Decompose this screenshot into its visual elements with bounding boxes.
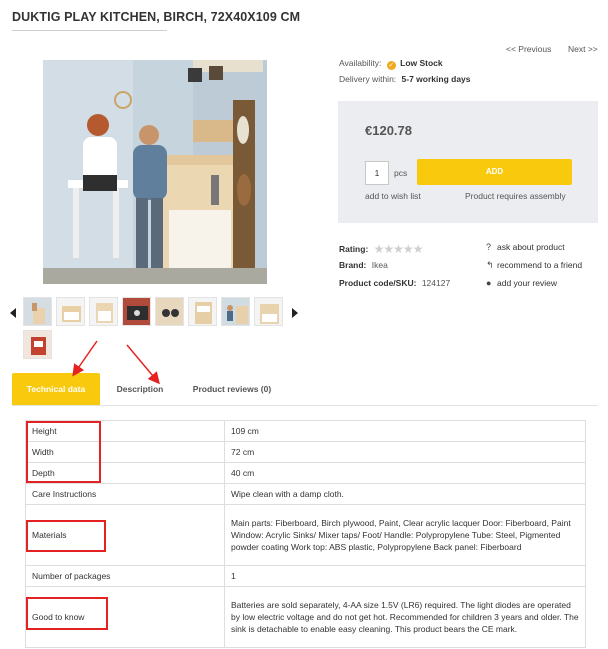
spec-value: Batteries are sold separately, 4-AA size… [224, 586, 586, 648]
recommend-friend-link[interactable]: ↰ recommend to a friend [486, 260, 582, 271]
tabs-divider [12, 405, 598, 406]
sku-row: Product code/SKU: 124127 [339, 278, 450, 288]
purchase-panel: €120.78 1 pcs ADD add to wish list Produ… [338, 101, 598, 223]
question-circle-icon: ? [486, 242, 492, 252]
comments-icon: ● [486, 278, 492, 288]
table-row: Height 109 cm [25, 420, 586, 442]
caret-left-icon[interactable] [10, 308, 16, 318]
table-row: Number of packages 1 [25, 565, 586, 587]
caret-right-icon[interactable] [292, 308, 298, 318]
thumbnail-6[interactable] [188, 297, 217, 326]
sku-label: Product code/SKU: [339, 278, 417, 288]
table-row: Depth 40 cm [25, 462, 586, 484]
tab-product-reviews[interactable]: Product reviews (0) [180, 373, 284, 406]
spec-key: Care Instructions [25, 483, 225, 505]
thumbnail-8[interactable] [254, 297, 283, 326]
review-label: add your review [497, 278, 558, 288]
brand-value: Ikea [371, 260, 388, 270]
spec-value: 109 cm [224, 420, 586, 442]
rating-stars[interactable]: ★★★★★ [374, 242, 424, 256]
thumbnail-9[interactable] [23, 330, 52, 359]
reply-icon: ↰ [486, 260, 494, 270]
spec-key: Number of packages [25, 565, 225, 587]
delivery-value: 5-7 working days [401, 74, 471, 84]
next-product-link[interactable]: Next >> [568, 44, 598, 54]
tab-technical-data[interactable]: Technical data [12, 373, 100, 406]
table-row: Good to know Batteries are sold separatel… [25, 586, 586, 648]
product-main-image[interactable] [43, 60, 267, 284]
availability-row: Availability: ✓ Low Stock [339, 58, 443, 70]
check-circle-icon: ✓ [386, 61, 396, 70]
table-row: Care Instructions Wipe clean with a damp … [25, 483, 586, 505]
ask-about-product-link[interactable]: ? ask about product [486, 242, 565, 252]
thumbnail-7[interactable] [221, 297, 250, 326]
quantity-input[interactable]: 1 [365, 161, 389, 185]
product-price: €120.78 [365, 123, 412, 138]
rating-row: Rating: ★★★★★ [339, 242, 424, 256]
spec-value: Main parts: Fiberboard, Birch plywood, P… [224, 504, 586, 566]
thumbnail-4[interactable] [122, 297, 151, 326]
previous-product-link[interactable]: << Previous [506, 44, 551, 54]
spec-key: Width [25, 441, 225, 463]
title-divider [12, 30, 167, 31]
spec-value: 72 cm [224, 441, 586, 463]
ask-label: ask about product [497, 242, 565, 252]
delivery-label: Delivery within: [339, 74, 397, 84]
assembly-note: Product requires assembly [465, 191, 566, 201]
product-title: DUKTIG PLAY KITCHEN, BIRCH, 72X40X109 CM [12, 10, 301, 24]
spec-key: Depth [25, 462, 225, 484]
spec-value: Wipe clean with a damp cloth. [224, 483, 586, 505]
table-row: Width 72 cm [25, 441, 586, 463]
add-to-cart-button[interactable]: ADD [417, 159, 572, 185]
recommend-label: recommend to a friend [497, 260, 583, 270]
thumbnail-5[interactable] [155, 297, 184, 326]
thumbnail-1[interactable] [23, 297, 52, 326]
spec-key: Good to know [25, 586, 225, 648]
add-to-wishlist-link[interactable]: add to wish list [365, 191, 421, 201]
tab-description[interactable]: Description [104, 373, 176, 406]
spec-key: Height [25, 420, 225, 442]
brand-row: Brand: Ikea [339, 260, 388, 270]
delivery-row: Delivery within: 5-7 working days [339, 74, 471, 84]
quantity-unit: pcs [394, 168, 408, 178]
availability-value: Low Stock [400, 58, 443, 68]
rating-label: Rating: [339, 244, 369, 254]
annotation-arrow-technical-data [72, 340, 98, 377]
thumbnail-2[interactable] [56, 297, 85, 326]
spec-value: 40 cm [224, 462, 586, 484]
technical-data-table: Height 109 cm Width 72 cm Depth 40 cm Care … [25, 420, 586, 648]
availability-label: Availability: [339, 58, 382, 68]
table-row: Materials Main parts: Fiberboard, Birch p… [25, 504, 586, 566]
spec-key: Materials [25, 504, 225, 566]
spec-value: 1 [224, 565, 586, 587]
thumbnail-3[interactable] [89, 297, 118, 326]
sku-value: 124127 [421, 278, 451, 288]
brand-label: Brand: [339, 260, 367, 270]
add-review-link[interactable]: ● add your review [486, 278, 557, 288]
